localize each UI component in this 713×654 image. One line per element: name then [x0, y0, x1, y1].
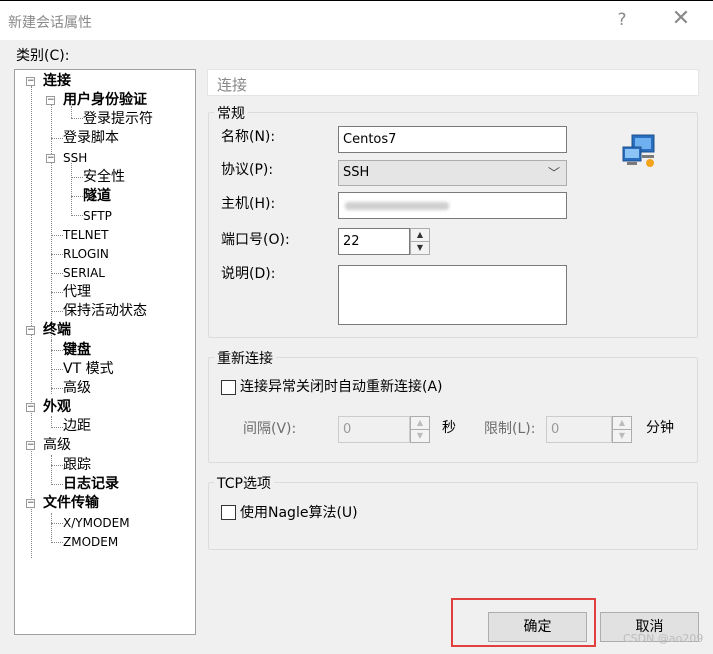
- tree-item-keepalive[interactable]: 保持活动状态: [63, 302, 147, 321]
- spin-up-icon[interactable]: ▲: [613, 417, 631, 430]
- tree-item-margins[interactable]: 边距: [63, 417, 91, 436]
- tree-item-vt-mode[interactable]: VT 模式: [63, 360, 114, 379]
- tree-item-terminal[interactable]: 终端: [43, 321, 71, 340]
- tree-item-login-prompts[interactable]: 登录提示符: [83, 110, 153, 129]
- category-tree[interactable]: − − − − − − − 连接 用户身份验证 登录提示符 登录脚本 SSH 安…: [14, 69, 196, 635]
- limit-label: 限制(L):: [484, 421, 536, 437]
- tree-item-zmodem[interactable]: ZMODEM: [63, 533, 118, 552]
- category-label: 类别(C):: [16, 48, 70, 64]
- tree-item-security[interactable]: 安全性: [83, 168, 125, 187]
- limit-spinner[interactable]: ▲ ▼: [612, 416, 632, 443]
- minutes-label: 分钟: [646, 420, 674, 436]
- expand-connection-icon[interactable]: −: [26, 77, 35, 86]
- name-field[interactable]: Centos7: [338, 126, 567, 153]
- tree-item-serial[interactable]: SERIAL: [63, 264, 105, 283]
- reconnect-group-title: 重新连接: [214, 348, 276, 368]
- spin-up-icon[interactable]: ▲: [411, 417, 429, 430]
- port-label: 端口号(O):: [221, 232, 290, 248]
- ok-button-highlight: [451, 598, 596, 647]
- tree-item-advanced[interactable]: 高级: [43, 436, 71, 455]
- expand-appearance-icon[interactable]: −: [26, 403, 35, 412]
- limit-field[interactable]: 0: [546, 416, 612, 443]
- protocol-select[interactable]: SSH ﹀: [338, 160, 567, 186]
- tree-item-xymodem[interactable]: X/YMODEM: [63, 514, 130, 533]
- protocol-label: 协议(P):: [221, 162, 274, 178]
- title-bar: 新建会话属性 ? ✕: [0, 0, 713, 40]
- nagle-checkbox[interactable]: [221, 505, 236, 520]
- interval-field[interactable]: 0: [338, 416, 410, 443]
- watermark: CSDN @ao209: [623, 632, 704, 645]
- spin-down-icon[interactable]: ▼: [411, 430, 429, 443]
- session-computer-icon: [621, 133, 659, 169]
- tree-item-login-scripts[interactable]: 登录脚本: [63, 129, 119, 148]
- auto-reconnect-label[interactable]: 连接异常关闭时自动重新连接(A): [240, 377, 443, 397]
- expand-ssh-icon[interactable]: −: [46, 154, 55, 163]
- name-label: 名称(N):: [221, 129, 276, 145]
- tree-item-logging[interactable]: 日志记录: [63, 475, 119, 494]
- seconds-label: 秒: [442, 420, 456, 436]
- port-field[interactable]: 22: [338, 228, 410, 255]
- tree-item-sftp[interactable]: SFTP: [83, 207, 112, 226]
- description-label: 说明(D):: [221, 266, 276, 282]
- tree-item-file-transfer[interactable]: 文件传输: [43, 494, 99, 513]
- chevron-down-icon: ﹀: [547, 166, 560, 180]
- tcp-group-title: TCP选项: [214, 473, 274, 493]
- panel-header: 连接: [207, 69, 699, 96]
- spin-down-icon[interactable]: ▼: [411, 242, 429, 255]
- interval-spinner[interactable]: ▲ ▼: [410, 416, 430, 443]
- description-field[interactable]: [338, 265, 567, 325]
- host-field[interactable]: [338, 192, 567, 219]
- tree-item-trace[interactable]: 跟踪: [63, 456, 91, 475]
- auto-reconnect-checkbox[interactable]: [221, 380, 236, 395]
- spin-down-icon[interactable]: ▼: [613, 430, 631, 443]
- window-title: 新建会话属性: [8, 15, 92, 31]
- reconnect-group: [208, 357, 698, 463]
- protocol-select-value: SSH: [343, 165, 370, 180]
- nagle-label[interactable]: 使用Nagle算法(U): [240, 503, 358, 523]
- tree-item-proxy[interactable]: 代理: [63, 283, 91, 302]
- interval-label: 间隔(V):: [243, 421, 297, 437]
- tree-item-tunnel[interactable]: 隧道: [83, 187, 111, 206]
- port-spinner[interactable]: ▲ ▼: [410, 228, 430, 255]
- spin-up-icon[interactable]: ▲: [411, 229, 429, 242]
- panel-header-title: 连接: [217, 76, 248, 94]
- tree-item-keyboard[interactable]: 键盘: [63, 341, 91, 360]
- expand-auth-icon[interactable]: −: [46, 96, 55, 105]
- tree-item-connection[interactable]: 连接: [43, 72, 71, 91]
- tree-item-ssh[interactable]: SSH: [63, 149, 87, 168]
- tree-item-appearance[interactable]: 外观: [43, 398, 71, 417]
- general-group-title: 常规: [214, 103, 248, 123]
- expand-file-transfer-icon[interactable]: −: [26, 499, 35, 508]
- tree-item-terminal-advanced[interactable]: 高级: [63, 379, 91, 398]
- expand-terminal-icon[interactable]: −: [26, 326, 35, 335]
- close-button[interactable]: ✕: [668, 7, 694, 31]
- host-label: 主机(H):: [221, 196, 276, 212]
- tree-item-auth[interactable]: 用户身份验证: [63, 91, 147, 110]
- redacted-host: [345, 202, 449, 210]
- tree-item-rlogin[interactable]: RLOGIN: [63, 245, 109, 264]
- tree-item-telnet[interactable]: TELNET: [63, 226, 109, 245]
- help-button[interactable]: ?: [612, 10, 632, 30]
- expand-advanced-icon[interactable]: −: [26, 441, 35, 450]
